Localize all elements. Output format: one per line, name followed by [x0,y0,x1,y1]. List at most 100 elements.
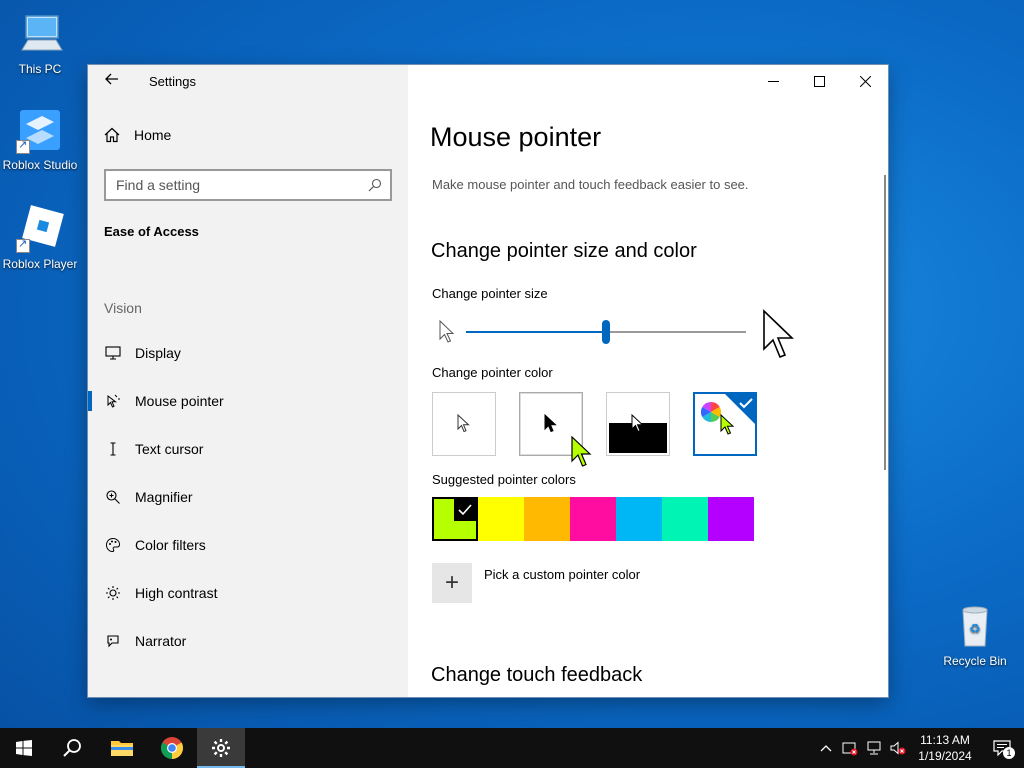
pointer-size-label: Change pointer size [432,286,548,301]
sidebar-item-label: Color filters [135,537,206,553]
large-pointer-icon [763,309,794,359]
swatch-color-1[interactable] [478,497,524,541]
pointer-color-custom[interactable] [693,392,757,456]
on-screen-pointer-icon [571,436,592,467]
shield-warning-icon [842,742,858,756]
pointer-color-label: Change pointer color [432,365,553,380]
home-link[interactable]: Home [104,127,171,143]
sidebar-item-label: Mouse pointer [135,393,224,409]
sidebar-item-color-filters[interactable]: Color filters [88,521,408,569]
close-button[interactable] [842,65,888,97]
home-label: Home [134,127,172,143]
mouse-pointer-icon [104,392,122,410]
sidebar-item-label: Display [135,345,181,361]
title-bar[interactable]: Settings [88,65,408,99]
system-tray: 11:13 AM 1/19/2024 1 [814,728,1024,768]
section-heading-size-color: Change pointer size and color [431,240,697,262]
settings-taskbar-button[interactable] [197,728,245,768]
sidebar-item-label: Magnifier [135,489,193,505]
security-tray-button[interactable] [838,728,862,768]
search-box[interactable] [104,169,392,201]
sidebar-item-label: High contrast [135,585,218,601]
desktop-icon-label: Recycle Bin [943,654,1007,668]
add-custom-color-button[interactable]: + [432,563,472,603]
settings-window: Settings Home Ease of Access Vision Disp… [88,65,888,697]
custom-pointer-color[interactable]: + Pick a custom pointer color [432,563,640,603]
swatch-check-icon [454,499,476,521]
chrome-icon [161,737,183,759]
brightness-icon [104,584,122,602]
swatch-color-2[interactable] [524,497,570,541]
sidebar-item-label: Text cursor [135,441,204,457]
desktop-icon-label: Roblox Player [2,257,78,271]
black-pointer-icon [544,414,557,433]
back-arrow-icon [105,73,118,85]
pointer-color-inverted[interactable] [606,392,670,456]
suggested-color-swatches [432,497,754,541]
section-label: Ease of Access [104,224,199,239]
action-center-button[interactable]: 1 [980,728,1024,768]
file-explorer-button[interactable] [98,728,146,768]
clock-date: 1/19/2024 [918,749,972,763]
search-button[interactable] [48,728,96,768]
swatch-color-5[interactable] [662,497,708,541]
search-input[interactable] [116,177,368,193]
swatch-color-6[interactable] [708,497,754,541]
sidebar-item-text-cursor[interactable]: Text cursor [88,425,408,473]
swatch-color-3[interactable] [570,497,616,541]
clock-time: 11:13 AM [920,733,970,747]
sidebar-item-mouse-pointer[interactable]: Mouse pointer [88,377,408,425]
inverted-pointer-icon [631,414,644,433]
show-hidden-icons-button[interactable] [814,728,838,768]
sidebar-item-high-contrast[interactable]: High contrast [88,569,408,617]
folder-icon [111,741,133,756]
app-title: Settings [149,74,196,89]
suggested-colors-label: Suggested pointer colors [432,472,576,487]
swatch-color-4[interactable] [616,497,662,541]
section-heading-touch-feedback: Change touch feedback [431,664,643,686]
volume-tray-button[interactable] [886,728,910,768]
sidebar: Settings Home Ease of Access Vision Disp… [88,65,408,697]
page-title: Mouse pointer [430,122,602,152]
search-icon [368,178,382,192]
clock[interactable]: 11:13 AM 1/19/2024 [910,732,980,764]
taskbar: 11:13 AM 1/19/2024 1 [0,728,1024,768]
content-scrollbar[interactable] [884,175,886,470]
monitor-icon [104,344,122,362]
chrome-button[interactable] [148,728,196,768]
back-button[interactable] [102,72,122,92]
plus-icon: + [444,569,459,596]
network-icon [867,741,881,755]
start-button[interactable] [0,728,48,768]
sidebar-item-narrator[interactable]: Narrator [88,617,408,665]
text-cursor-icon [104,440,122,458]
desktop-icon-this-pc[interactable]: This PC [0,10,80,76]
recycle-bin-icon: ♻ [951,602,999,650]
roblox-studio-icon [16,106,64,154]
desktop-icon-roblox-studio[interactable]: Roblox Studio [0,106,80,172]
search-icon [63,739,81,757]
slider-fill [466,331,606,333]
sidebar-item-magnifier[interactable]: Magnifier [88,473,408,521]
pointer-size-slider[interactable] [432,309,802,365]
maximize-button[interactable] [796,65,842,97]
minimize-button[interactable] [750,65,796,97]
network-tray-button[interactable] [862,728,886,768]
pointer-color-options [432,392,757,456]
small-pointer-icon [439,320,455,343]
lime-pointer-icon [720,414,735,435]
white-pointer-icon [457,414,470,433]
magnifier-icon [104,488,122,506]
slider-thumb[interactable] [602,320,610,344]
nav-list: Display Mouse pointer Text cursor Magnif… [88,329,408,665]
desktop-icon-recycle-bin[interactable]: ♻ Recycle Bin [935,602,1015,668]
sidebar-item-display[interactable]: Display [88,329,408,377]
swatch-color-0[interactable] [432,497,478,541]
home-icon [104,127,120,143]
notification-count-badge: 1 [1003,747,1015,759]
content-pane: Mouse pointer Make mouse pointer and tou… [408,65,888,697]
pointer-color-white[interactable] [432,392,496,456]
svg-text:♻: ♻ [969,622,981,637]
desktop-icon-label: Roblox Studio [2,158,78,172]
desktop-icon-roblox-player[interactable]: Roblox Player [0,205,80,271]
